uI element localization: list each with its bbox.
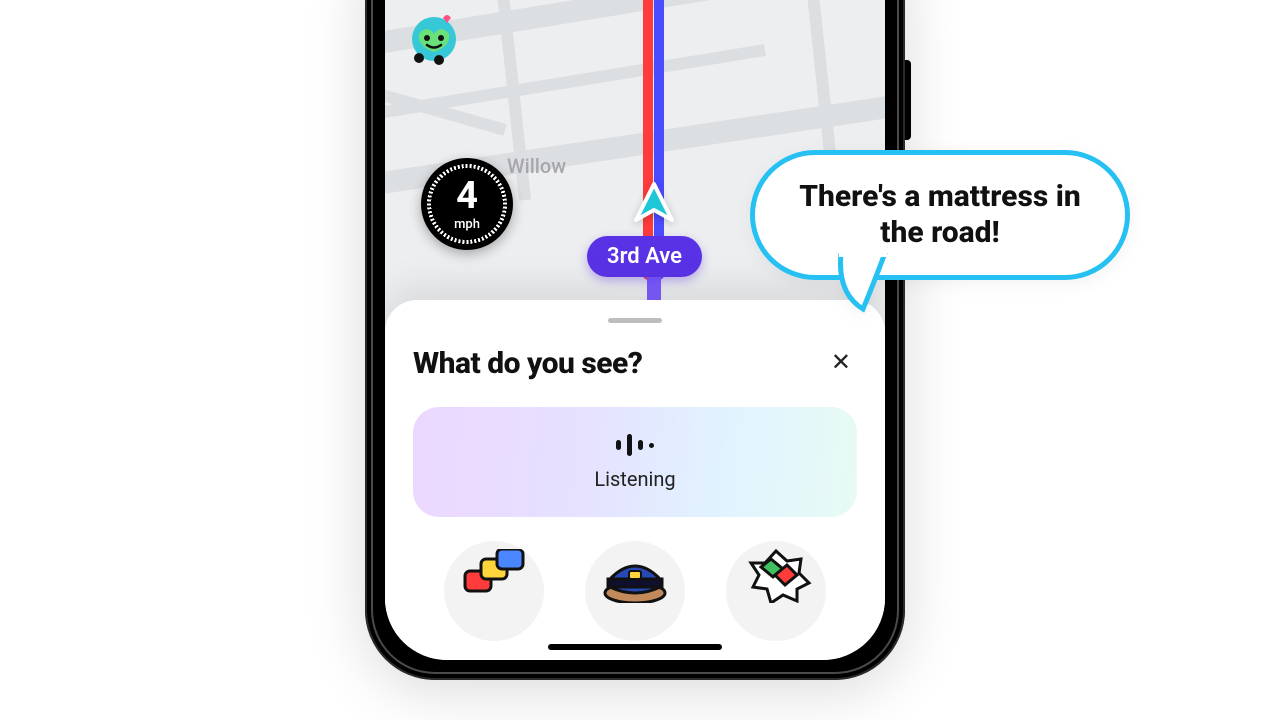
traffic-icon [459,549,529,603]
speed-value: 4 [456,177,478,215]
map-street-label: Willow [507,154,566,178]
hazard-icon [739,549,813,603]
app-screen: Willow 3rd Ave 4 mph [385,0,885,660]
waze-mascot-icon[interactable] [407,12,461,66]
report-traffic-button[interactable] [444,541,544,641]
police-icon [596,549,674,603]
report-type-row [413,541,857,641]
home-indicator[interactable] [548,644,722,650]
sheet-grab-handle[interactable] [608,318,662,323]
report-hazard-button[interactable] [726,541,826,641]
speed-unit: mph [454,217,480,232]
speech-bubble: There's a mattress in the road! [750,150,1130,280]
current-location-arrow-icon [630,180,678,228]
current-street-pill[interactable]: 3rd Ave [587,236,702,277]
speech-bubble-text: There's a mattress in the road! [799,179,1080,250]
sheet-title: What do you see? [413,346,642,381]
bubble-tail-icon [833,253,893,313]
phone-side-button [905,60,911,140]
speedometer[interactable]: 4 mph [421,158,513,250]
voice-report-sheet: What do you see? ✕ Listening [385,300,885,660]
listening-card[interactable]: Listening [413,407,857,517]
close-icon: ✕ [831,349,851,376]
current-street-label: 3rd Ave [607,244,682,269]
listening-label: Listening [594,467,675,491]
phone-frame: Willow 3rd Ave 4 mph [365,0,905,680]
close-button[interactable]: ✕ [825,345,857,381]
report-police-button[interactable] [585,541,685,641]
sound-wave-icon [616,433,654,457]
